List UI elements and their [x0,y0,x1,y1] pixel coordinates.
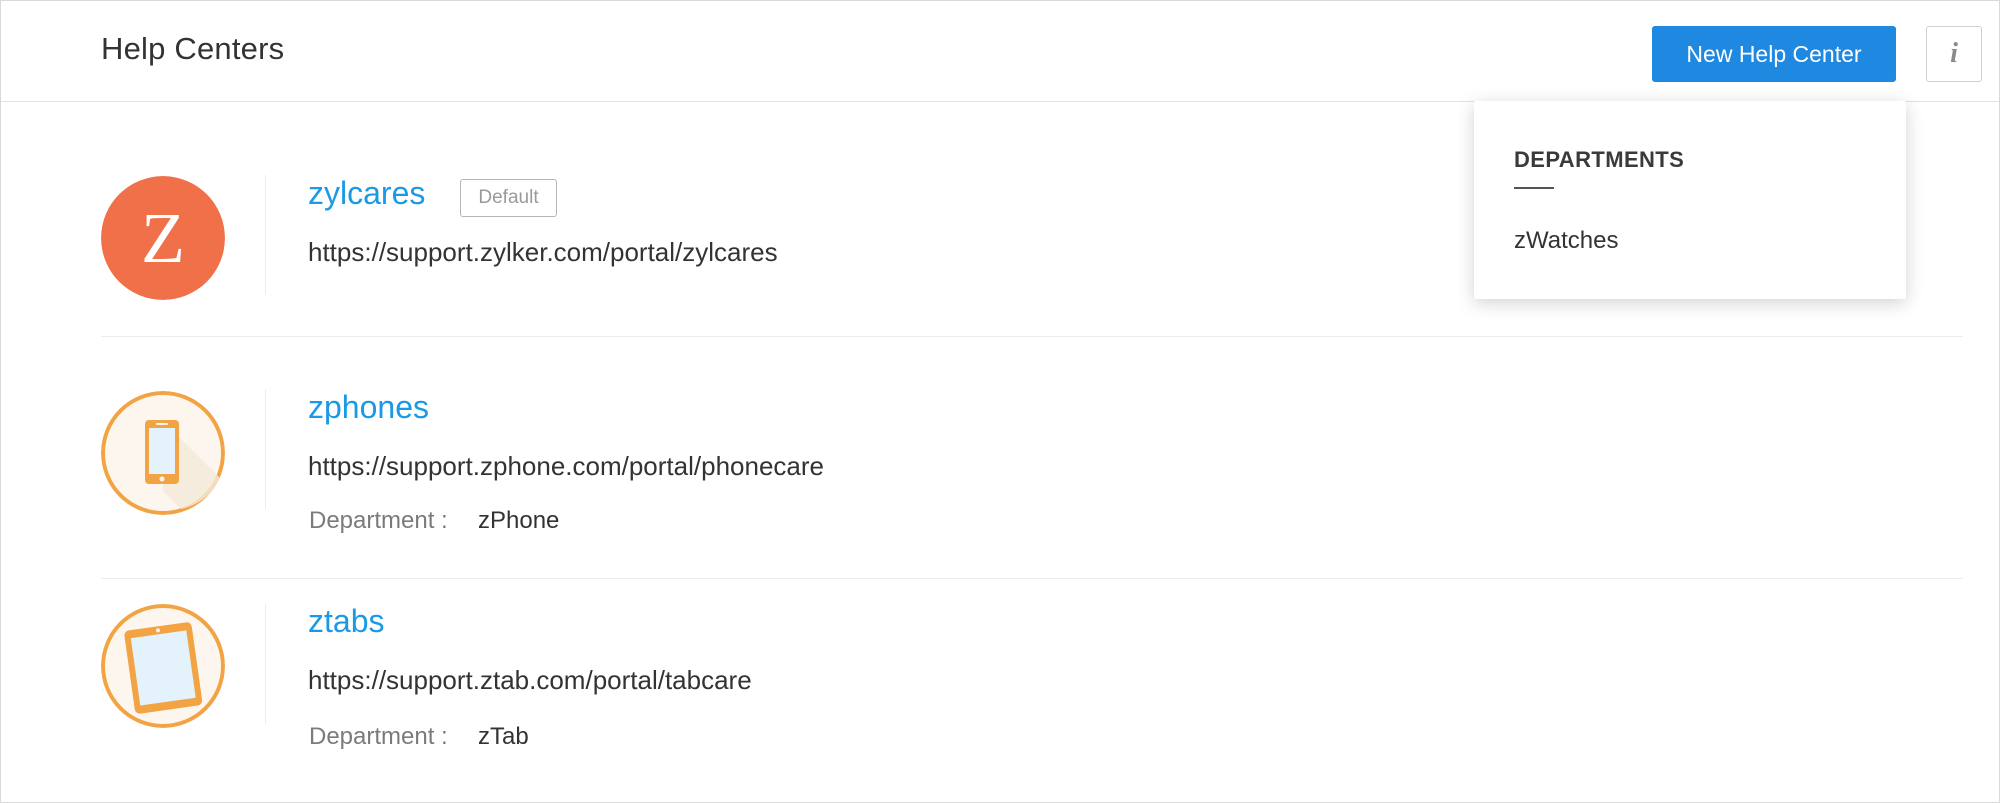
vertical-separator [265,604,266,724]
department-label: Department : [309,507,448,534]
app-frame: Help Centers New Help Center i Z zylcare… [0,0,2000,803]
help-center-name[interactable]: ztabs [308,603,384,640]
departments-popover: DEPARTMENTS zWatches [1474,101,1906,299]
page-title: Help Centers [101,31,285,66]
vertical-separator [265,175,266,295]
logo-letter: Z [141,198,185,278]
department-label: Department : [309,723,448,750]
vertical-separator [265,389,266,509]
popover-heading: DEPARTMENTS [1514,147,1685,172]
new-help-center-button[interactable]: New Help Center [1652,26,1896,82]
department-value: zTab [478,723,529,750]
smartphone-icon [101,391,225,515]
help-center-url: https://support.zylker.com/portal/zylcar… [308,237,778,267]
help-center-row-ztabs: ztabs https://support.ztab.com/portal/ta… [101,579,1963,801]
help-center-url: https://support.zphone.com/portal/phonec… [308,451,824,481]
help-center-name[interactable]: zphones [308,389,429,426]
popover-heading-underline [1514,187,1554,189]
page-header: Help Centers New Help Center i [1,1,1999,102]
department-option[interactable]: zWatches [1514,227,1618,255]
help-center-name[interactable]: zylcares [308,175,425,212]
help-center-row-zphones: zphones https://support.zphone.com/porta… [101,337,1963,577]
tablet-icon [101,604,225,728]
help-center-url: https://support.ztab.com/portal/tabcare [308,665,752,695]
info-icon: i [1950,38,1958,69]
default-badge: Default [460,179,557,217]
department-value: zPhone [478,507,560,534]
info-button[interactable]: i [1926,26,1982,82]
z-letter-logo-icon: Z [101,176,225,300]
